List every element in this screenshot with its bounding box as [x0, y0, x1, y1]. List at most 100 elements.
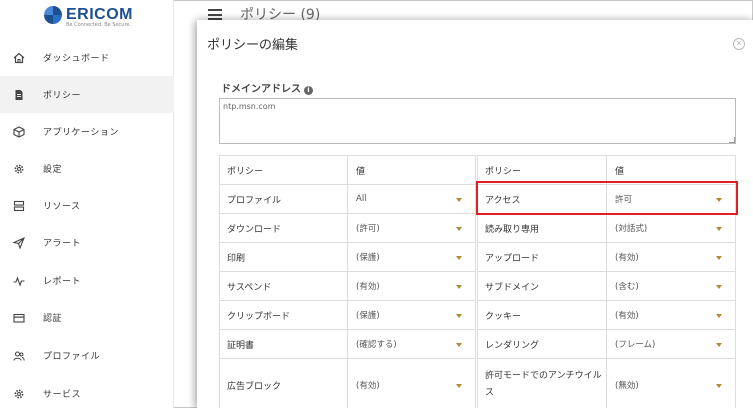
policy-value-select[interactable]: (許可) [348, 214, 476, 242]
users-icon [12, 349, 26, 363]
policy-value: (対話式) [615, 224, 648, 234]
table-row: レンダリング (フレーム) [478, 330, 735, 359]
policy-value: (含む) [615, 282, 639, 292]
chevron-down-icon [716, 256, 722, 260]
policy-name: サスペンド [220, 272, 348, 300]
sidebar: ERICOM Be Connected. Be Secure. ダッシュボード … [0, 0, 174, 408]
info-icon[interactable]: i [304, 86, 313, 95]
sidebar-item-settings[interactable]: 設定 [0, 150, 174, 187]
policy-value-select[interactable]: (保護) [348, 301, 476, 329]
sidebar-item-dashboard[interactable]: ダッシュボード [0, 39, 174, 76]
policy-name: レンダリング [478, 330, 607, 358]
sidebar-item-services[interactable]: サービス [0, 375, 174, 408]
policy-value: (有効) [356, 381, 380, 391]
policy-name: 読み取り専用 [478, 214, 607, 242]
table-row: 証明書 (確認する) [220, 330, 475, 359]
sidebar-item-label: プロファイル [43, 352, 101, 362]
chevron-down-icon [716, 227, 722, 231]
server-icon [12, 199, 26, 213]
hamburger-menu-icon[interactable] [208, 9, 222, 20]
policy-value-select[interactable]: (フレーム) [607, 330, 736, 358]
policy-value: All [356, 194, 367, 204]
chevron-down-icon [456, 343, 462, 347]
policy-table-left: ポリシー 値 プロファイル All ダウンロード (許可) 印刷 (保護) サス… [219, 155, 476, 408]
domain-address-label-text: ドメインアドレス [221, 84, 301, 95]
chevron-down-icon [456, 256, 462, 260]
ericom-logo: ERICOM Be Connected. Be Secure. [44, 6, 134, 40]
table-row: ダウンロード (許可) [220, 214, 475, 243]
sidebar-item-resources[interactable]: リソース [0, 187, 174, 224]
policy-name: 許可モードでのアンチウイルス [478, 359, 607, 408]
sidebar-item-label: 設定 [43, 165, 63, 175]
policy-value-select[interactable]: (確認する) [348, 330, 476, 358]
header-value: 値 [615, 166, 625, 177]
sidebar-item-reports[interactable]: レポート [0, 262, 174, 299]
table-row: クッキー (有効) [478, 301, 735, 330]
policy-value-select[interactable]: All [348, 185, 476, 213]
gear-icon [12, 162, 26, 176]
header-policy: ポリシー [220, 156, 348, 184]
home-icon [12, 51, 26, 65]
sidebar-item-label: ダッシュボード [43, 54, 110, 64]
table-header-row: ポリシー 値 [220, 156, 475, 185]
sidebar-item-auth[interactable]: 認証 [0, 299, 174, 336]
chevron-down-icon [456, 384, 462, 388]
policy-name: クッキー [478, 301, 607, 329]
policy-name: クリップボード [220, 301, 348, 329]
table-row: 広告ブロック (有効) [220, 359, 475, 408]
policy-value: (確認する) [356, 340, 397, 350]
policy-name: 印刷 [220, 243, 348, 271]
table-row: 許可モードでのアンチウイルス (無効) [478, 359, 735, 408]
policy-value: (許可) [356, 224, 380, 234]
table-row: サブドメイン (含む) [478, 272, 735, 301]
sidebar-item-profiles[interactable]: プロファイル [0, 337, 174, 374]
policy-value-select[interactable]: (有効) [607, 243, 736, 271]
policy-name: 証明書 [220, 330, 348, 358]
sidebar-item-label: ポリシー [43, 91, 82, 101]
table-row: 印刷 (保護) [220, 243, 475, 272]
table-row: クリップボード (保護) [220, 301, 475, 330]
chevron-down-icon [456, 227, 462, 231]
domain-address-input[interactable]: ntp.msn.com [219, 98, 736, 144]
document-icon [12, 88, 26, 102]
policy-name: アップロード [478, 243, 607, 271]
policy-name: ダウンロード [220, 214, 348, 242]
logo-tagline: Be Connected. Be Secure. [66, 22, 132, 28]
gear-icon [12, 387, 26, 401]
table-row: 読み取り専用 (対話式) [478, 214, 735, 243]
policy-value-select[interactable]: (有効) [348, 272, 476, 300]
close-icon[interactable]: ✕ [733, 38, 745, 50]
policy-value: (フレーム) [615, 340, 656, 350]
policy-name: プロファイル [220, 185, 348, 213]
table-row: サスペンド (有効) [220, 272, 475, 301]
policy-value: (有効) [356, 282, 380, 292]
sidebar-item-alerts[interactable]: アラート [0, 224, 174, 261]
policy-name: サブドメイン [478, 272, 607, 300]
policy-value-select[interactable]: (有効) [348, 359, 476, 408]
chevron-down-icon [716, 285, 722, 289]
policy-value-select[interactable]: (保護) [348, 243, 476, 271]
policy-value-select[interactable]: (無効) [607, 359, 736, 408]
annotation-highlight-box [476, 181, 738, 215]
pulse-icon [12, 274, 26, 288]
chevron-down-icon [716, 314, 722, 318]
policy-value: (無効) [615, 381, 639, 391]
policy-value: (有効) [615, 311, 639, 321]
chevron-down-icon [716, 343, 722, 347]
policy-value-select[interactable]: (対話式) [607, 214, 736, 242]
logo-mark-icon [44, 6, 62, 24]
sidebar-item-applications[interactable]: アプリケーション [0, 113, 174, 150]
chevron-down-icon [456, 314, 462, 318]
header-policy: ポリシー [478, 156, 607, 184]
send-icon [12, 236, 26, 250]
sidebar-item-label: リソース [43, 202, 81, 212]
sidebar-item-policy[interactable]: ポリシー [0, 76, 174, 113]
policy-value-select[interactable]: (有効) [607, 301, 736, 329]
resize-handle-icon[interactable] [729, 137, 735, 143]
sidebar-item-label: 認証 [43, 314, 63, 324]
policy-name: 広告ブロック [220, 359, 348, 408]
policy-value: (保護) [356, 253, 380, 263]
policy-value-select[interactable]: (含む) [607, 272, 736, 300]
cube-icon [12, 125, 26, 139]
policy-value: (有効) [615, 253, 639, 263]
